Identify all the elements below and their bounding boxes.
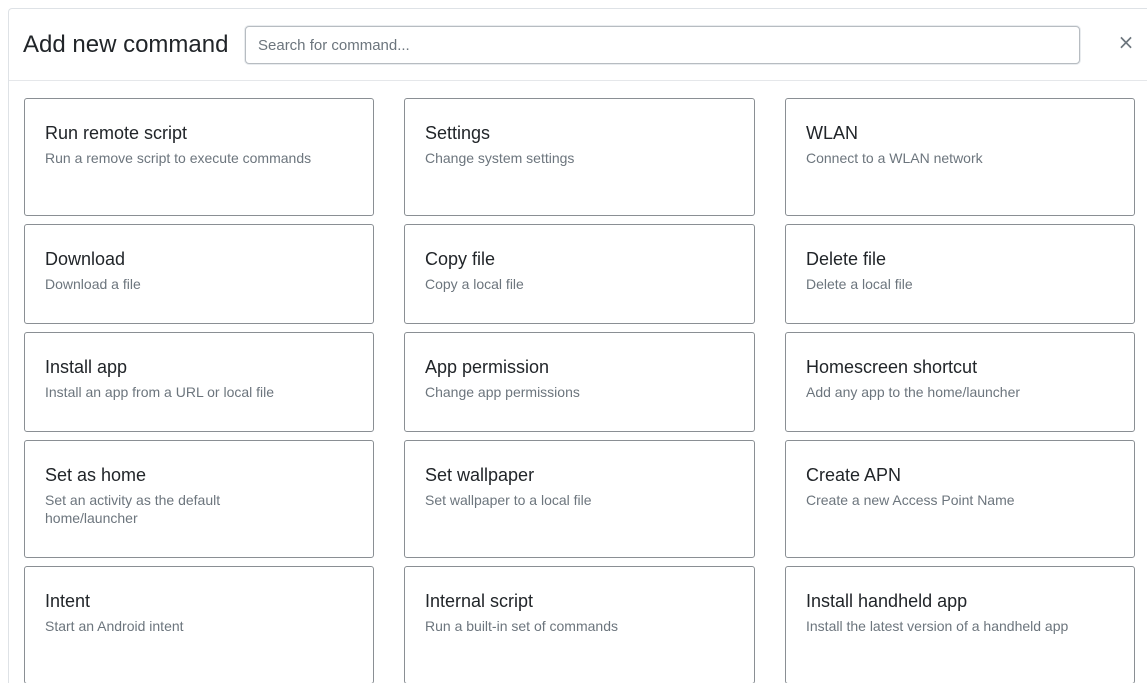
command-card-set-as-home[interactable]: Set as home Set an activity as the defau… bbox=[24, 440, 374, 558]
command-description: Set an activity as the default home/laun… bbox=[45, 492, 221, 526]
command-card-install-handheld-app[interactable]: Install handheld app Install the latest … bbox=[785, 566, 1135, 683]
command-title: Install handheld app bbox=[806, 591, 968, 611]
add-command-dialog: Add new command × Run remote script Run … bbox=[8, 8, 1147, 683]
command-card-install-app[interactable]: Install app Install an app from a URL or… bbox=[24, 332, 374, 432]
command-description: Change app permissions bbox=[425, 384, 580, 400]
command-description: Connect to a WLAN network bbox=[806, 150, 983, 166]
command-description: Copy a local file bbox=[425, 276, 524, 292]
dialog-header: Add new command × bbox=[9, 9, 1147, 81]
command-description: Run a remove script to execute commands bbox=[45, 150, 312, 166]
command-description: Install an app from a URL or local file bbox=[45, 384, 275, 400]
command-description: Change system settings bbox=[425, 150, 575, 166]
command-grid: Run remote script Run a remove script to… bbox=[24, 98, 1136, 683]
command-title: WLAN bbox=[806, 123, 859, 143]
command-title: App permission bbox=[425, 357, 550, 377]
command-title: Intent bbox=[45, 591, 91, 611]
command-title: Set wallpaper bbox=[425, 465, 535, 485]
command-title: Create APN bbox=[806, 465, 902, 485]
command-description: Create a new Access Point Name bbox=[806, 492, 1015, 508]
dialog-title: Add new command bbox=[23, 31, 229, 58]
command-description: Install the latest version of a handheld… bbox=[806, 618, 1069, 634]
command-card-app-permission[interactable]: App permission Change app permissions bbox=[404, 332, 755, 432]
command-title: Internal script bbox=[425, 591, 534, 611]
command-card-run-remote-script[interactable]: Run remote script Run a remove script to… bbox=[24, 98, 374, 216]
command-card-internal-script[interactable]: Internal script Run a built-in set of co… bbox=[404, 566, 755, 683]
command-title: Install app bbox=[45, 357, 128, 377]
command-title: Delete file bbox=[806, 249, 887, 269]
command-title: Homescreen shortcut bbox=[806, 357, 978, 377]
command-description: Delete a local file bbox=[806, 276, 913, 292]
command-card-delete-file[interactable]: Delete file Delete a local file bbox=[785, 224, 1135, 324]
command-description: Run a built-in set of commands bbox=[425, 618, 618, 634]
command-card-download[interactable]: Download Download a file bbox=[24, 224, 374, 324]
close-button[interactable]: × bbox=[1113, 29, 1139, 55]
command-description: Set wallpaper to a local file bbox=[425, 492, 592, 508]
search-input[interactable] bbox=[245, 26, 1080, 64]
command-title: Settings bbox=[425, 123, 491, 143]
close-icon: × bbox=[1117, 30, 1135, 54]
command-title: Set as home bbox=[45, 465, 147, 485]
command-title: Copy file bbox=[425, 249, 496, 269]
command-description: Add any app to the home/launcher bbox=[806, 384, 1021, 400]
command-card-wlan[interactable]: WLAN Connect to a WLAN network bbox=[785, 98, 1135, 216]
command-description: Start an Android intent bbox=[45, 618, 184, 634]
command-card-set-wallpaper[interactable]: Set wallpaper Set wallpaper to a local f… bbox=[404, 440, 755, 558]
command-title: Download bbox=[45, 249, 126, 269]
command-card-copy-file[interactable]: Copy file Copy a local file bbox=[404, 224, 755, 324]
command-card-settings[interactable]: Settings Change system settings bbox=[404, 98, 755, 216]
command-card-intent[interactable]: Intent Start an Android intent bbox=[24, 566, 374, 683]
command-title: Run remote script bbox=[45, 123, 188, 143]
command-description: Download a file bbox=[45, 276, 141, 292]
command-card-create-apn[interactable]: Create APN Create a new Access Point Nam… bbox=[785, 440, 1135, 558]
command-card-homescreen-shortcut[interactable]: Homescreen shortcut Add any app to the h… bbox=[785, 332, 1135, 432]
